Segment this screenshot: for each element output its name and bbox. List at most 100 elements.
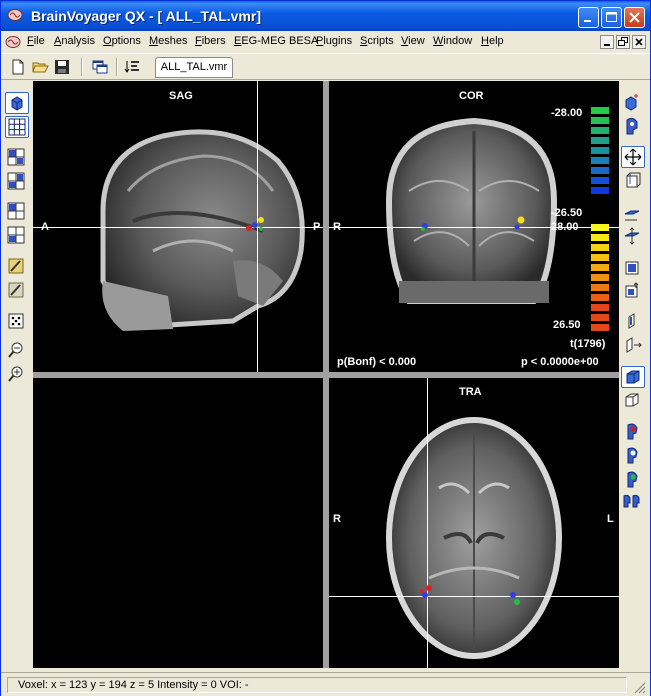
right-tool-5[interactable] [621, 206, 645, 228]
coronal-label: COR [459, 90, 484, 102]
layout-icon [7, 148, 25, 166]
right-tool-8[interactable] [621, 281, 645, 303]
right-tool-15[interactable] [621, 469, 645, 491]
menu-options[interactable]: Options [103, 35, 141, 47]
move-tool[interactable] [621, 146, 645, 168]
right-tool-16[interactable] [621, 491, 645, 513]
p-threshold: p < 0.0000e+00 [521, 356, 599, 368]
sagittal-slice-icon [628, 313, 635, 329]
3d-cube-tool[interactable] [5, 92, 29, 114]
right-tool-1[interactable] [621, 92, 645, 114]
right-label: R [333, 221, 341, 233]
empty-view[interactable] [33, 378, 323, 668]
colorbar-segment [591, 137, 609, 144]
menu-help[interactable]: Help [481, 35, 504, 47]
layout-tool-2[interactable] [5, 171, 29, 193]
colorbar-segment [591, 304, 609, 311]
mdi-restore-button[interactable] [616, 35, 630, 49]
colorbar-segment [591, 284, 609, 291]
right-tool-2[interactable] [621, 116, 645, 138]
cube-icon [11, 96, 23, 111]
mdi-minimize-button[interactable] [600, 35, 614, 49]
bonferroni-threshold: p(Bonf) < 0.000 [337, 356, 417, 368]
box-rotate-icon [626, 172, 641, 188]
colorbar-segment [591, 324, 609, 331]
layout-icon [7, 202, 25, 220]
posterior-label: P [313, 221, 321, 233]
right-tool-12[interactable] [621, 390, 645, 412]
menu-plugins[interactable]: Plugins [316, 35, 352, 47]
colorbar-segment [591, 127, 609, 134]
grid-view-tool[interactable] [5, 116, 29, 138]
activation-blobs [420, 585, 520, 605]
save-icon[interactable] [53, 58, 71, 76]
zoom-out-tool[interactable] [5, 341, 29, 363]
mdi-close-button[interactable] [632, 35, 646, 49]
restore-icon [618, 37, 628, 46]
maximize-button[interactable] [601, 7, 622, 28]
brush-icon [8, 258, 24, 274]
menu-analysis[interactable]: Analysis [54, 35, 95, 47]
left-label: L [607, 513, 614, 525]
colorbar-segment [591, 314, 609, 321]
menu-eeg-meg-besa[interactable]: EEG-MEG BESA [234, 35, 318, 47]
menu-window[interactable]: Window [433, 35, 472, 47]
close-icon [629, 12, 640, 23]
menu-meshes[interactable]: Meshes [149, 35, 188, 47]
document-brain-icon[interactable] [5, 35, 21, 49]
windows-icon[interactable] [91, 58, 109, 76]
slice-icon [624, 210, 640, 221]
menu-bar: File Analysis Options Meshes Fibers EEG-… [1, 32, 650, 52]
document-tab[interactable]: ALL_TAL.vmr [155, 57, 233, 78]
right-tool-13[interactable] [621, 421, 645, 443]
sagittal-view[interactable]: SAG A P [33, 81, 323, 372]
menu-fibers[interactable]: Fibers [195, 35, 226, 47]
right-tool-6[interactable] [621, 226, 645, 248]
right-tool-9[interactable] [621, 311, 645, 333]
right-tool-11[interactable] [621, 366, 645, 388]
layout-icon [7, 172, 25, 190]
title-bar[interactable]: BrainVoyager QX - [ ALL_TAL.vmr] [1, 1, 650, 31]
volume-viewer[interactable]: SAG A P COR R -28.00 -26.50 28.00 26.50 … [33, 81, 619, 668]
heads-pair-icon [623, 494, 640, 508]
zoom-in-tool[interactable] [5, 365, 29, 387]
anterior-label: A [41, 221, 49, 233]
pencil-icon [8, 282, 24, 298]
colorbar-segment [591, 147, 609, 154]
colorbar-segment [591, 177, 609, 184]
sagittal-move-icon [626, 337, 642, 353]
vertical-crosshair [427, 378, 428, 668]
random-tool[interactable] [5, 311, 29, 333]
layout-tool-1[interactable] [5, 147, 29, 169]
coronal-view[interactable]: COR R -28.00 -26.50 28.00 26.50 t(1796) … [329, 81, 619, 372]
transversal-view[interactable]: TRA R L [329, 378, 619, 668]
edit-tool[interactable] [5, 280, 29, 302]
colorbar-segment [591, 244, 609, 251]
resize-grip-icon[interactable] [633, 681, 647, 695]
right-tool-14[interactable] [621, 445, 645, 467]
menu-view[interactable]: View [401, 35, 425, 47]
right-tool-4[interactable] [621, 170, 645, 192]
voxel-status: Voxel: x = 123 y = 194 z = 5 Intensity =… [7, 677, 627, 693]
toolbar-separator [116, 58, 118, 76]
minimize-icon [584, 20, 591, 22]
menu-scripts[interactable]: Scripts [360, 35, 394, 47]
right-tool-10[interactable] [621, 335, 645, 357]
right-tool-7[interactable] [621, 258, 645, 280]
horizontal-splitter[interactable] [33, 372, 619, 378]
layout-tool-4[interactable] [5, 225, 29, 247]
brush-tool[interactable] [5, 256, 29, 278]
minimize-button[interactable] [578, 7, 599, 28]
open-folder-icon[interactable] [31, 58, 49, 76]
colorbar-segment [591, 187, 609, 194]
close-button[interactable] [624, 7, 645, 28]
colorbar-segment [591, 167, 609, 174]
layout-tool-3[interactable] [5, 201, 29, 223]
solid-cube-icon [626, 370, 640, 384]
square-slice-icon [625, 261, 639, 275]
new-file-icon[interactable] [9, 58, 27, 76]
menu-file[interactable]: File [27, 35, 45, 47]
colorbar-segment [591, 117, 609, 124]
colorbar-segment [591, 274, 609, 281]
sort-icon[interactable] [123, 58, 141, 76]
